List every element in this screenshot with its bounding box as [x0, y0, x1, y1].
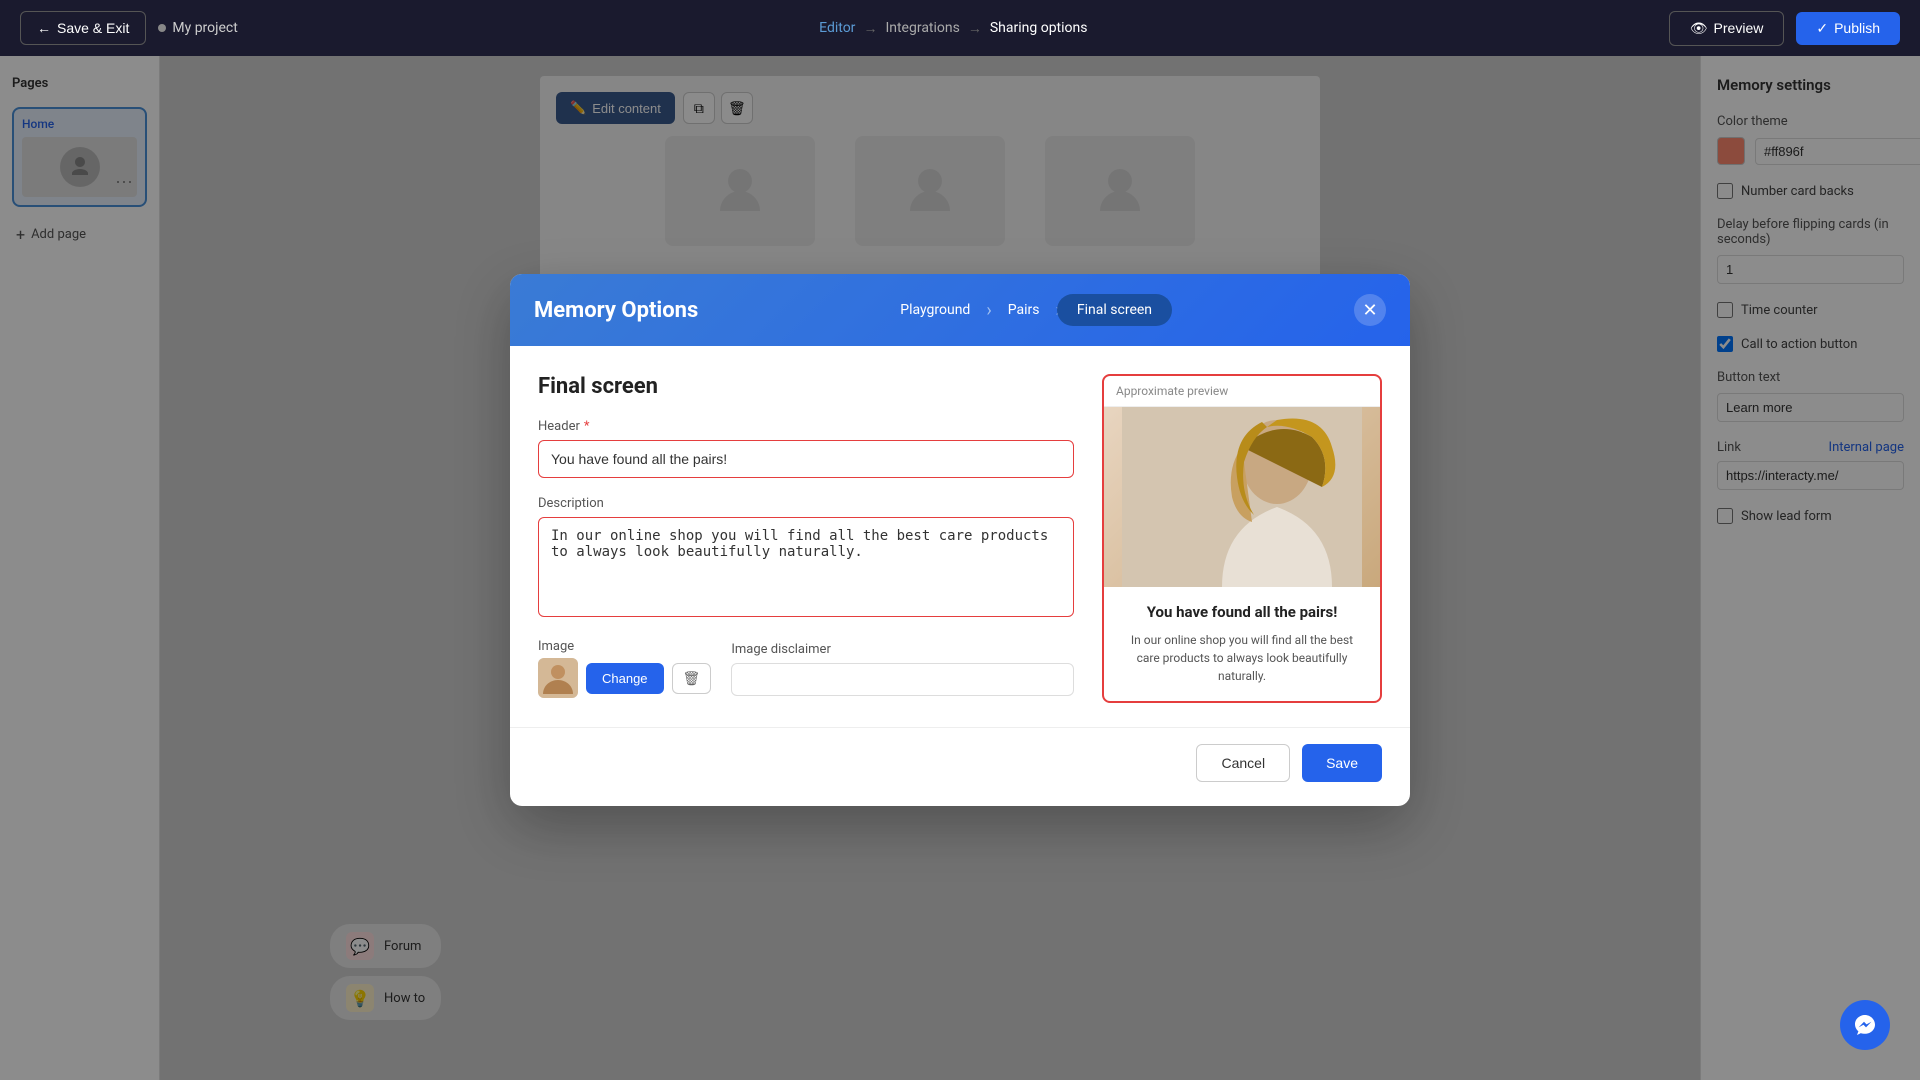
publish-label: Publish	[1834, 20, 1880, 36]
arrow-left-icon: ←	[37, 20, 51, 36]
header-label-text: Header	[538, 419, 580, 434]
preview-content: You have found all the pairs! In our onl…	[1104, 587, 1380, 701]
preview-button[interactable]: 👁 Preview	[1669, 11, 1785, 46]
arrow-icon-2: →	[968, 20, 982, 37]
image-label: Image	[538, 639, 711, 654]
eye-icon: 👁	[1690, 20, 1708, 37]
header-label: Header *	[538, 419, 1074, 434]
image-section: Image Change 🗑	[538, 639, 711, 698]
image-thumbnail	[538, 658, 578, 698]
editor-link[interactable]: Editor	[819, 20, 855, 36]
check-icon: ✓	[1816, 20, 1828, 37]
disclaimer-input[interactable]	[731, 663, 1074, 696]
integrations-link[interactable]: Integrations	[885, 20, 959, 36]
step-playground-label: Playground	[900, 302, 970, 318]
header-field: Header *	[538, 419, 1074, 478]
step-final-screen[interactable]: Final screen	[1057, 294, 1172, 326]
disclaimer-section: Image disclaimer	[731, 642, 1074, 696]
modal-section-title: Final screen	[538, 374, 1074, 399]
step-pairs-label: Pairs	[1008, 302, 1040, 318]
save-exit-button[interactable]: ← Save & Exit	[20, 11, 146, 45]
sharing-options-link[interactable]: Sharing options	[990, 20, 1088, 36]
project-name-label: My project	[172, 20, 237, 36]
nav-breadcrumb: Editor → Integrations → Sharing options	[819, 20, 1087, 37]
top-navigation: ← Save & Exit My project Editor → Integr…	[0, 0, 1920, 56]
image-controls: Change 🗑	[538, 658, 711, 698]
modal-title: Memory Options	[534, 298, 698, 323]
step-final-screen-label: Final screen	[1077, 302, 1152, 318]
modal-close-button[interactable]: ✕	[1354, 294, 1386, 326]
messenger-fab[interactable]	[1840, 1000, 1890, 1050]
publish-button[interactable]: ✓ Publish	[1796, 12, 1900, 45]
disclaimer-label: Image disclaimer	[731, 642, 1074, 657]
arrow-icon-1: →	[863, 20, 877, 37]
description-field: Description	[538, 496, 1074, 621]
modal-body: Final screen Header * Description Image	[510, 346, 1410, 727]
preview-heading: You have found all the pairs!	[1120, 603, 1364, 621]
step-playground[interactable]: Playground	[880, 294, 990, 326]
modal-header: Memory Options Playground › Pairs › Fina…	[510, 274, 1410, 346]
nav-left: ← Save & Exit My project	[20, 11, 238, 45]
project-name: My project	[158, 20, 237, 36]
required-star: *	[584, 419, 590, 434]
save-exit-label: Save & Exit	[57, 20, 129, 36]
delete-image-button[interactable]: 🗑	[672, 663, 712, 694]
preview-label: Approximate preview	[1104, 376, 1380, 407]
modal-steps: Playground › Pairs › Final screen	[880, 294, 1172, 326]
modal-overlay: Memory Options Playground › Pairs › Fina…	[0, 0, 1920, 1080]
change-image-button[interactable]: Change	[586, 663, 664, 694]
description-textarea[interactable]	[538, 517, 1074, 617]
description-label: Description	[538, 496, 1074, 511]
step-pairs[interactable]: Pairs	[988, 294, 1060, 326]
preview-text: In our online shop you will find all the…	[1120, 631, 1364, 685]
cancel-button[interactable]: Cancel	[1196, 744, 1290, 782]
memory-options-modal: Memory Options Playground › Pairs › Fina…	[510, 274, 1410, 806]
preview-box: Approximate preview	[1102, 374, 1382, 703]
image-row: Image Change 🗑	[538, 639, 1074, 698]
preview-label: Preview	[1714, 20, 1764, 36]
save-button[interactable]: Save	[1302, 744, 1382, 782]
preview-image	[1104, 407, 1380, 587]
nav-right: 👁 Preview ✓ Publish	[1669, 11, 1900, 46]
status-dot	[158, 24, 166, 32]
modal-form: Final screen Header * Description Image	[538, 374, 1074, 703]
header-input[interactable]	[538, 440, 1074, 478]
preview-panel: Approximate preview	[1102, 374, 1382, 703]
modal-footer: Cancel Save	[510, 727, 1410, 806]
